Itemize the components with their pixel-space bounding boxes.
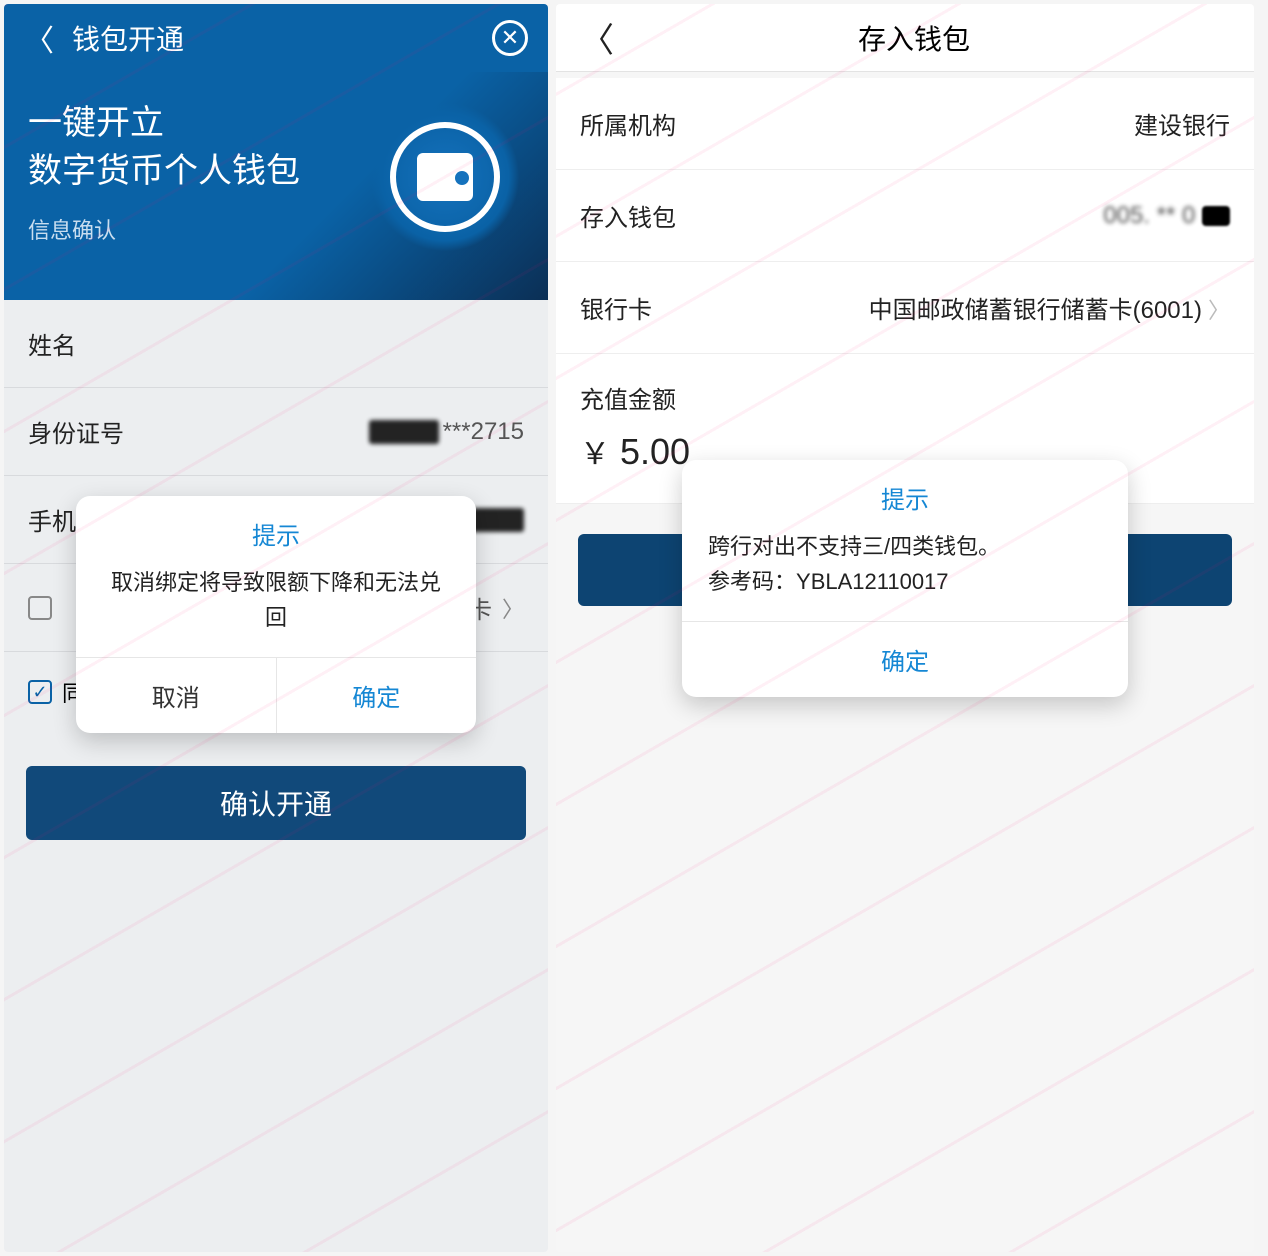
row-name[interactable]: 姓名 xyxy=(4,300,548,388)
info-group: 所属机构 建设银行 存入钱包 005. ** 0 银行卡 中国邮政储蓄银行储蓄卡… xyxy=(556,78,1254,354)
dialog-message: 跨行对出不支持三/四类钱包。 参考码：YBLA12110017 xyxy=(682,529,1128,621)
amount-number: 5.00 xyxy=(620,431,690,473)
close-icon[interactable]: ✕ xyxy=(492,20,528,56)
header: 〈 钱包开通 ✕ xyxy=(4,4,548,72)
confirm-open-button[interactable]: 确认开通 xyxy=(26,766,526,840)
chevron-right-icon: 〉 xyxy=(1208,298,1230,323)
label-wallet: 存入钱包 xyxy=(580,198,676,233)
dialog-ok-button[interactable]: 确定 xyxy=(682,622,1128,697)
dialog-tip-right: 提示 跨行对出不支持三/四类钱包。 参考码：YBLA12110017 确定 xyxy=(682,460,1128,697)
value-wallet: 005. ** 0 xyxy=(1103,202,1230,230)
dialog-title: 提示 xyxy=(682,460,1128,529)
currency-symbol: ￥ xyxy=(580,429,610,473)
row-org: 所属机构 建设银行 xyxy=(556,78,1254,170)
back-icon[interactable]: 〈 xyxy=(24,16,54,60)
banner: 一键开立 数字货币个人钱包 信息确认 xyxy=(4,72,548,300)
value-org: 建设银行 xyxy=(1134,106,1230,141)
wallet-icon xyxy=(370,102,520,252)
value-card: 中国邮政储蓄银行储蓄卡(6001)〉 xyxy=(869,290,1230,325)
label-id: 身份证号 xyxy=(28,414,124,449)
banner-line2: 数字货币个人钱包 xyxy=(28,152,300,190)
label-amount: 充值金额 xyxy=(556,354,1254,423)
page-title: 钱包开通 xyxy=(72,18,492,58)
page-title: 存入钱包 xyxy=(632,18,1196,58)
bind-checkbox[interactable]: ✓ xyxy=(28,596,52,620)
row-card[interactable]: 银行卡 中国邮政储蓄银行储蓄卡(6001)〉 xyxy=(556,262,1254,354)
label-card: 银行卡 xyxy=(580,290,652,325)
dialog-message: 取消绑定将导致限额下降和无法兑回 xyxy=(76,565,476,657)
back-icon[interactable]: 〈 xyxy=(580,13,614,62)
row-wallet[interactable]: 存入钱包 005. ** 0 xyxy=(556,170,1254,262)
screen-wallet-open: 〈 钱包开通 ✕ 一键开立 数字货币个人钱包 信息确认 姓名 身份证号 ***2… xyxy=(4,4,548,1252)
value-id: ***2715 xyxy=(369,418,524,446)
dialog-title: 提示 xyxy=(76,496,476,565)
dialog-ok-button[interactable]: 确定 xyxy=(277,658,477,733)
label-phone: 手机 xyxy=(28,502,76,537)
label-name: 姓名 xyxy=(28,326,76,361)
reference-code: YBLA12110017 xyxy=(796,569,949,594)
label-org: 所属机构 xyxy=(580,106,676,141)
row-id[interactable]: 身份证号 ***2715 xyxy=(4,388,548,476)
banner-line1: 一键开立 xyxy=(28,104,164,142)
dialog-cancel-button[interactable]: 取消 xyxy=(76,658,277,733)
header: 〈 存入钱包 xyxy=(556,4,1254,72)
value-bind-card: 卡〉 xyxy=(468,590,524,625)
agree-checkbox[interactable]: ✓ xyxy=(28,680,52,704)
screen-deposit: 〈 存入钱包 所属机构 建设银行 存入钱包 005. ** 0 银行卡 中国邮政… xyxy=(556,4,1254,1252)
dialog-tip-left: 提示 取消绑定将导致限额下降和无法兑回 取消 确定 xyxy=(76,496,476,733)
chevron-right-icon: 〉 xyxy=(502,592,524,624)
